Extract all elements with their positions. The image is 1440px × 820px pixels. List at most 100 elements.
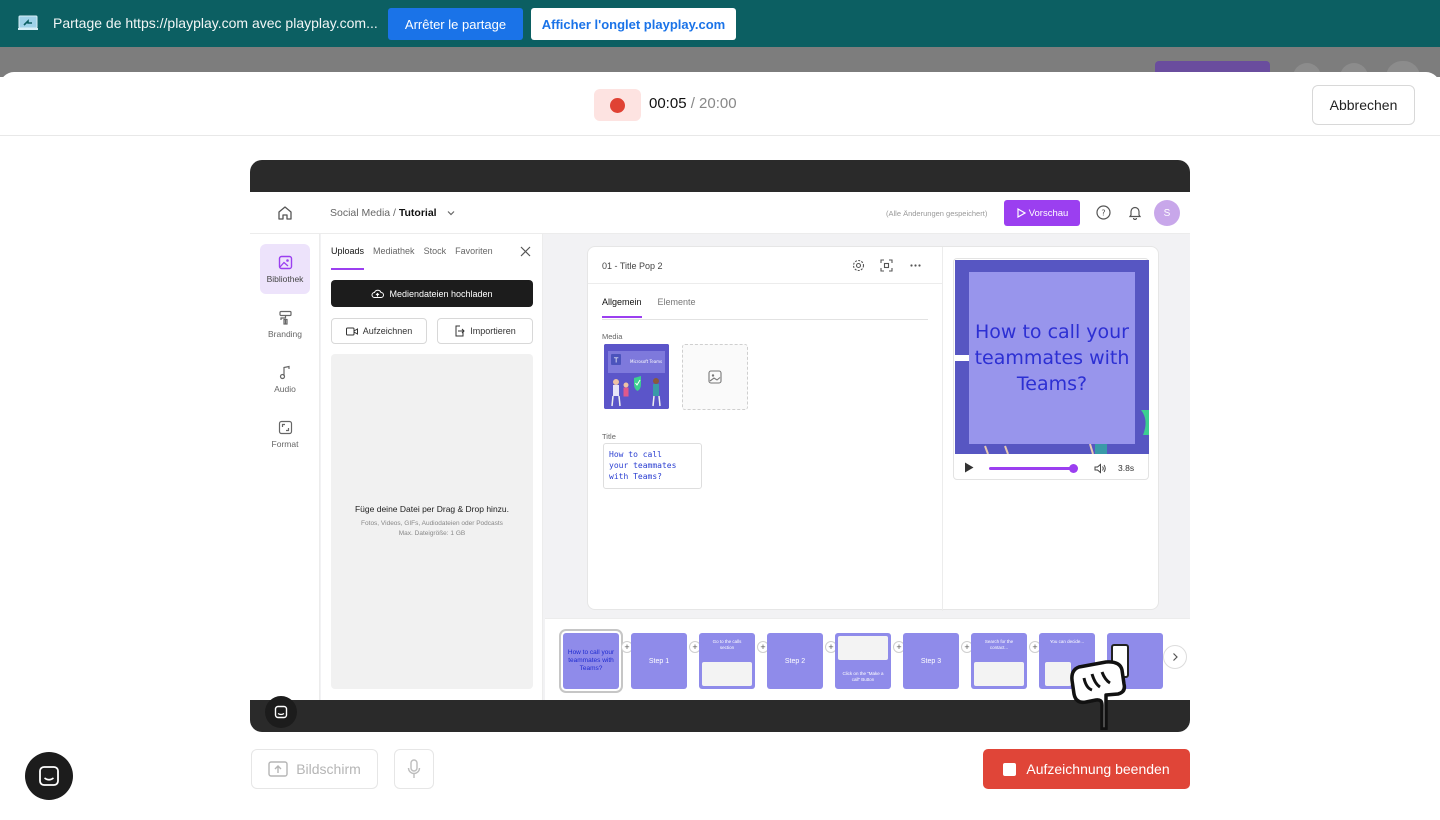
- tab-mediathek[interactable]: Mediathek: [373, 246, 415, 270]
- scene-label: Step 3: [920, 657, 942, 665]
- preview-screen: How to call your teammates with Teams?: [955, 260, 1149, 454]
- library-icon: [278, 255, 292, 269]
- close-icon[interactable]: [520, 246, 531, 257]
- time-limit: / 20:00: [690, 95, 737, 112]
- record-dot-icon: [610, 97, 625, 113]
- svg-text:?: ?: [1101, 209, 1105, 218]
- screen-share-icon: [18, 15, 38, 30]
- timeline-scene[interactable]: Click on the "Make a call" Button: [835, 633, 891, 689]
- title-line: your teammates: [609, 461, 677, 470]
- divider: [602, 319, 928, 320]
- uploads-panel: Uploads Mediathek Stock Favoriten Medien…: [321, 234, 543, 700]
- captured-app: Social Media / Tutorial (Alle Änderungen…: [250, 192, 1190, 728]
- breadcrumb[interactable]: Social Media / Tutorial: [330, 207, 437, 219]
- screen-capture-preview: Social Media / Tutorial (Alle Änderungen…: [250, 160, 1190, 732]
- paint-roller-icon: [278, 310, 292, 325]
- teams-illustration: T Microsoft Teams: [604, 344, 669, 409]
- tab-allgemein[interactable]: Allgemein: [602, 297, 642, 318]
- chat-launcher[interactable]: [25, 752, 73, 800]
- format-icon: [278, 420, 292, 434]
- timeline-scene[interactable]: Search for the contact...: [971, 633, 1027, 689]
- chevron-down-icon[interactable]: [446, 208, 456, 218]
- more-icon[interactable]: [909, 259, 922, 272]
- drop-zone[interactable]: Füge deine Datei per Drag & Drop hinzu. …: [331, 354, 533, 689]
- video-camera-icon: [345, 327, 358, 335]
- rail-item-format[interactable]: Format: [260, 409, 310, 459]
- timeline-scene[interactable]: Step 3: [903, 633, 959, 689]
- screen-source-button[interactable]: Bildschirm: [251, 749, 378, 789]
- play-icon[interactable]: [964, 462, 974, 473]
- import-label: Importieren: [470, 326, 516, 336]
- microphone-icon: [407, 759, 421, 778]
- recording-timer: 00:05 / 20:00: [649, 95, 737, 112]
- scene-label: You can decide...: [1049, 639, 1085, 644]
- chat-icon: [39, 766, 59, 786]
- seek-bar[interactable]: [989, 467, 1073, 470]
- import-icon: [455, 325, 465, 337]
- media-thumbnail[interactable]: T Microsoft Teams: [604, 344, 669, 409]
- cancel-button[interactable]: Abbrechen: [1312, 85, 1415, 125]
- scene-screenshot: [702, 662, 752, 686]
- svg-text:T: T: [613, 357, 619, 365]
- screen-source-label: Bildschirm: [296, 761, 361, 777]
- scene-label: Click on the "Make a call" Button: [842, 671, 884, 682]
- scene-label: Search for the contact...: [984, 639, 1014, 650]
- image-placeholder-icon: [708, 370, 722, 384]
- preview-button[interactable]: Vorschau: [1004, 200, 1080, 226]
- hand-cursor-icon: [1070, 660, 1127, 730]
- tab-elemente[interactable]: Elemente: [658, 297, 696, 318]
- play-icon: [1017, 208, 1026, 218]
- rail-item-label: Bibliothek: [266, 273, 304, 284]
- scene-label: Step 1: [648, 657, 670, 665]
- timeline-scene[interactable]: How to call your teammates with Teams?: [559, 629, 623, 693]
- title-textarea[interactable]: How to call your teammates with Teams?: [603, 443, 702, 489]
- settings-icon[interactable]: [852, 259, 865, 272]
- rail-item-audio[interactable]: Audio: [260, 354, 310, 404]
- help-icon[interactable]: ?: [1096, 205, 1111, 220]
- player-controls: 3.8s: [954, 458, 1148, 478]
- breadcrumb-parent: Social Media /: [330, 207, 399, 219]
- microphone-button[interactable]: [394, 749, 434, 789]
- record-label: Aufzeichnen: [362, 326, 413, 336]
- media-label: Media: [602, 332, 623, 341]
- breadcrumb-current: Tutorial: [398, 207, 437, 219]
- scene-label: Step 2: [784, 657, 806, 665]
- video-preview-player: How to call your teammates with Teams? 3…: [953, 258, 1149, 480]
- tab-favoriten[interactable]: Favoriten: [455, 246, 493, 270]
- rail-item-library[interactable]: Bibliothek: [260, 244, 310, 294]
- screen-share-banner: Partage de https://playplay.com avec pla…: [0, 0, 1440, 47]
- preview-title-card: How to call your teammates with Teams?: [969, 272, 1135, 444]
- stop-square-icon: [1003, 762, 1017, 776]
- upload-media-label: Mediendateien hochladen: [389, 288, 493, 299]
- screen-upload-icon: [268, 761, 288, 777]
- tab-uploads[interactable]: Uploads: [331, 246, 365, 270]
- avatar[interactable]: S: [1154, 200, 1180, 226]
- recorder-modal: 00:05 / 20:00 Abbrechen Social Media / T…: [0, 72, 1440, 820]
- stop-sharing-button[interactable]: Arrêter le partage: [388, 8, 523, 40]
- timeline-scene[interactable]: Step 2: [767, 633, 823, 689]
- title-line: with Teams?: [609, 472, 662, 481]
- show-tab-button[interactable]: Afficher l'onglet playplay.com: [531, 8, 736, 40]
- divider: [942, 247, 943, 611]
- stop-recording-button[interactable]: Aufzeichnung beenden: [983, 749, 1190, 789]
- record-indicator[interactable]: [594, 89, 641, 121]
- chat-launcher-small[interactable]: [265, 696, 297, 728]
- timeline-scene[interactable]: Step 1: [631, 633, 687, 689]
- import-button[interactable]: Importieren: [437, 318, 533, 344]
- media-thumb-caption: Microsoft Teams: [630, 359, 662, 364]
- bell-icon[interactable]: [1128, 205, 1142, 220]
- timeline-scene[interactable]: Go to the calls section: [699, 633, 755, 689]
- add-media-button[interactable]: [682, 344, 748, 410]
- focus-icon[interactable]: [880, 259, 893, 272]
- tab-stock[interactable]: Stock: [424, 246, 447, 270]
- chat-icon: [274, 705, 288, 719]
- drop-zone-hint: Fotos, Videos, GIFs, Audiodateien oder P…: [331, 519, 533, 539]
- rail-item-label: Branding: [267, 328, 303, 339]
- rail-item-branding[interactable]: Branding: [260, 299, 310, 349]
- volume-icon[interactable]: [1094, 463, 1106, 474]
- home-icon[interactable]: [277, 205, 293, 221]
- upload-media-button[interactable]: Mediendateien hochladen: [331, 280, 533, 307]
- seek-handle[interactable]: [1069, 464, 1078, 473]
- timeline-next-button[interactable]: [1163, 645, 1187, 669]
- record-button[interactable]: Aufzeichnen: [331, 318, 427, 344]
